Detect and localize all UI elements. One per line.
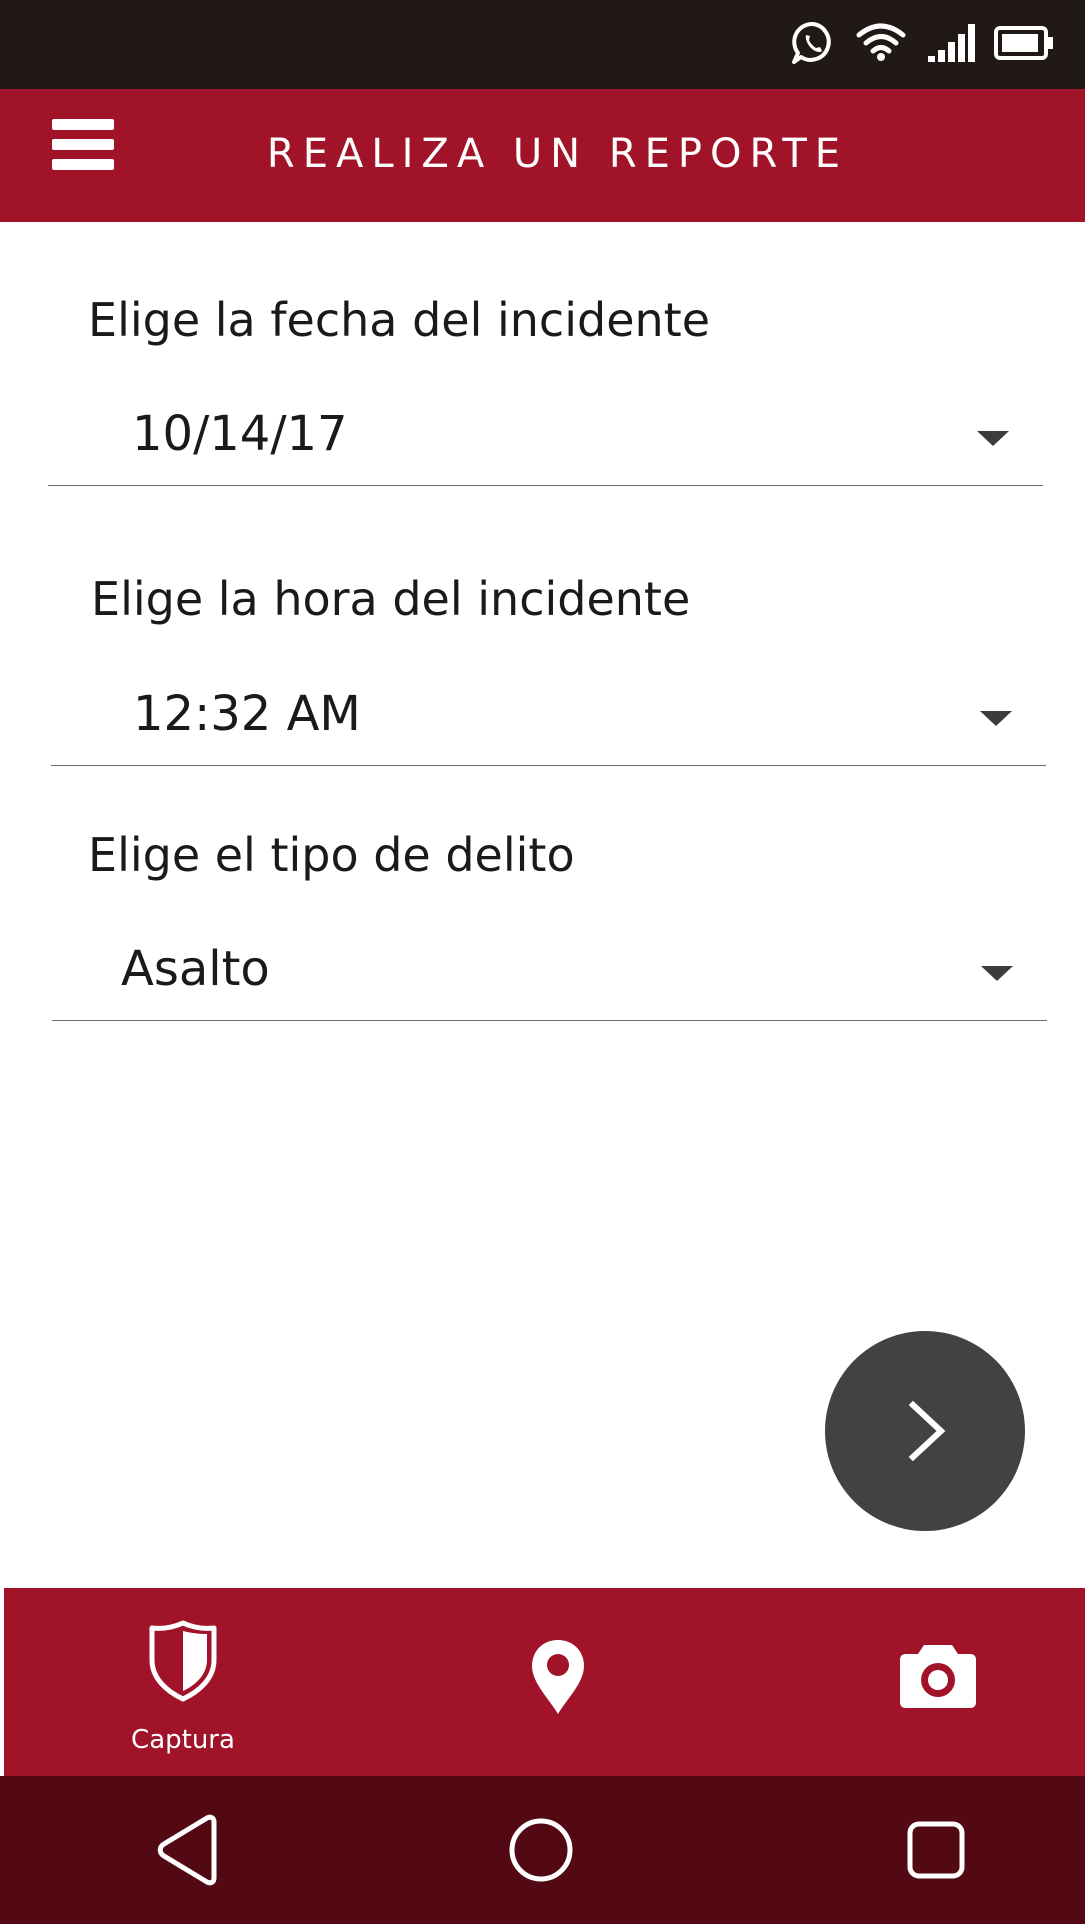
time-select[interactable]: 12:32 AM <box>51 665 1046 766</box>
nav-item-location[interactable] <box>474 1588 644 1776</box>
recents-button[interactable] <box>866 1776 1006 1924</box>
whatsapp-icon <box>792 22 831 64</box>
camera-icon <box>900 1645 976 1708</box>
next-button[interactable] <box>825 1331 1025 1531</box>
wifi-icon <box>856 23 906 61</box>
date-select[interactable]: 10/14/17 <box>48 385 1043 486</box>
time-value: 12:32 AM <box>133 686 361 742</box>
home-icon <box>509 1818 573 1882</box>
chevron-right-icon <box>908 1400 946 1462</box>
system-nav-bar <box>0 1776 1085 1924</box>
time-label: Elige la hora del incidente <box>91 572 691 626</box>
dropdown-arrow-icon <box>977 431 1009 446</box>
back-icon <box>157 1814 217 1886</box>
app-bar: REALIZA UN REPORTE <box>0 89 1085 222</box>
dropdown-arrow-icon <box>980 711 1012 726</box>
crime-type-value: Asalto <box>121 941 270 997</box>
dropdown-arrow-icon <box>981 966 1013 981</box>
nav-label-captura: Captura <box>131 1725 235 1755</box>
crime-type-label: Elige el tipo de delito <box>88 828 575 882</box>
shield-icon <box>149 1620 217 1702</box>
location-pin-icon <box>532 1640 584 1714</box>
status-bar <box>0 0 1085 89</box>
date-label: Elige la fecha del incidente <box>88 293 710 347</box>
battery-icon <box>994 26 1053 60</box>
crime-type-select[interactable]: Asalto <box>52 920 1047 1021</box>
date-value: 10/14/17 <box>132 406 348 462</box>
back-button[interactable] <box>124 1776 264 1924</box>
bottom-nav: Captura <box>4 1588 1085 1776</box>
cellular-signal-icon <box>928 24 975 62</box>
recents-icon <box>907 1821 965 1879</box>
nav-item-camera[interactable] <box>860 1588 1030 1776</box>
home-button[interactable] <box>471 1776 611 1924</box>
nav-item-captura[interactable]: Captura <box>98 1588 268 1776</box>
page-title: REALIZA UN REPORTE <box>266 131 849 177</box>
